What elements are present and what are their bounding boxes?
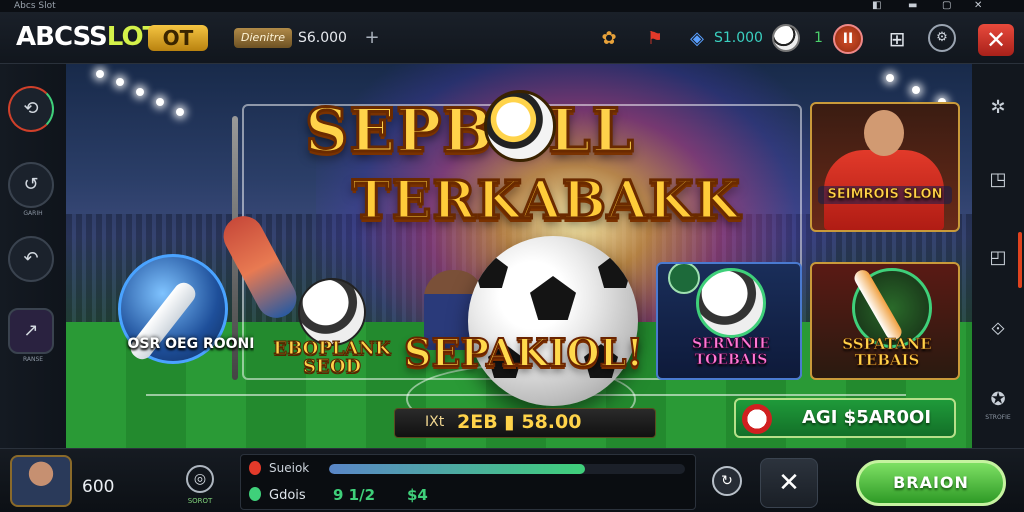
refresh-icon: ↺ <box>23 174 39 195</box>
diamond-icon[interactable]: ◈ <box>684 26 710 52</box>
balance-chip[interactable]: Dienitre <box>234 28 292 48</box>
logo-text: ABCSS <box>16 22 108 52</box>
undo-icon: ↶ <box>23 248 39 269</box>
stadium-light <box>96 70 104 78</box>
puzzle-icon[interactable]: ✲ <box>984 94 1012 122</box>
sidebar-item-label: RANSE <box>22 356 44 363</box>
grid-menu-icon[interactable]: ⊞ <box>884 26 910 52</box>
top-bar: ABCSSLOT OT Dienitre S6.000 + ✿ ⚑ ◈ S1.0… <box>0 12 1024 64</box>
trophy-icon[interactable]: ✪ <box>984 386 1012 414</box>
pause-button[interactable]: II <box>833 24 863 54</box>
logo-badge: OT <box>148 25 208 51</box>
trophy-label: STROFIE <box>985 414 1011 421</box>
stadium-light <box>176 108 184 116</box>
spin-icon: ⟲ <box>23 98 39 119</box>
sidebar-item-stats[interactable]: ↗ RANSE <box>8 308 54 363</box>
cancel-button[interactable]: ✕ <box>760 458 818 508</box>
game-card-player[interactable]: SEIMROIS SLON <box>810 102 960 232</box>
avatar[interactable] <box>10 455 72 507</box>
win-banner[interactable]: AGI $5AR0OI <box>734 398 956 438</box>
status-value-2: 9 1/2 <box>333 486 376 504</box>
player-face <box>864 110 904 156</box>
status-line2: Gdois <box>269 488 306 503</box>
status-value-3: $4 <box>407 486 428 504</box>
stadium-light <box>912 86 920 94</box>
info-button[interactable]: ↻ <box>712 466 742 496</box>
swirl-icon[interactable]: ◎ <box>186 465 214 493</box>
title-football-icon <box>484 90 556 162</box>
red-status-icon <box>249 461 261 475</box>
level-value: 1 <box>814 30 823 46</box>
right-sidebar: ✲ ◳ ◰ ⟐ ✪ STROFIE <box>972 64 1024 448</box>
progress-fill <box>329 464 586 474</box>
status-line1: Sueiok <box>269 461 310 475</box>
game-card-label: OSR OEG ROONI <box>127 336 255 352</box>
right-scrollbar[interactable] <box>1018 232 1022 288</box>
settings-icon[interactable]: ⚙ <box>928 24 956 52</box>
status-panel: Sueiok Gdois 9 1/2 $4 <box>240 454 696 510</box>
game-title-line2: TERKABAKK <box>351 169 742 233</box>
game-card-bat[interactable]: SSPATANE TEBAIS <box>810 262 960 380</box>
game-window: Abcs Slot ◧ ▬ ▢ ✕ ABCSSLOT OT Dienitre S… <box>0 0 1024 512</box>
sidebar-item-label: GARIH <box>23 210 43 217</box>
close-window-icon[interactable]: ✕ <box>974 0 982 12</box>
player-score: 600 <box>82 477 115 497</box>
maximize-icon[interactable]: ▢ <box>942 0 951 12</box>
game-card-label[interactable]: EBOPLANK SEOD <box>262 339 402 376</box>
hero-football-icon <box>468 236 638 406</box>
pin-icon[interactable]: ◧ <box>872 0 881 12</box>
collapse-icon[interactable]: ◰ <box>984 244 1012 272</box>
game-card-label: SEIMROIS SLON <box>818 186 952 204</box>
minimize-icon[interactable]: ▬ <box>908 0 917 12</box>
trophy-icon[interactable]: ✿ <box>596 26 622 52</box>
record-icon <box>742 404 772 434</box>
ball-patch <box>530 276 576 320</box>
window-title: Abcs Slot <box>14 1 56 11</box>
window-titlebar: Abcs Slot ◧ ▬ ▢ ✕ <box>0 0 1024 12</box>
game-card-label: SERMNIE TOEBAIS <box>692 336 771 369</box>
football-icon[interactable] <box>772 24 800 52</box>
play-button[interactable]: BRAION <box>856 460 1006 506</box>
game-card-left[interactable]: OSR OEG ROONI <box>114 240 254 380</box>
stadium-light <box>886 74 894 82</box>
left-sidebar: ⟲ ↺ GARIH ↶ ↗ RANSE <box>0 64 66 448</box>
football-icon <box>298 278 366 346</box>
football-icon <box>696 268 766 338</box>
sidebar-item-undo[interactable]: ↶ <box>8 236 54 282</box>
stadium-light <box>136 88 144 96</box>
game-subtitle: SEPAKIOL! <box>403 329 644 376</box>
bet-value: 2EB ▮ 58.00 <box>457 411 582 433</box>
balance-value: S6.000 <box>298 30 347 46</box>
club-badge-icon <box>668 264 700 294</box>
bet-display[interactable]: IXt 2EB ▮ 58.00 <box>394 408 656 438</box>
share-icon[interactable]: ⟐ <box>984 316 1012 344</box>
sidebar-item-spin[interactable]: ⟲ <box>8 86 54 132</box>
stadium-light <box>116 78 124 86</box>
add-funds-button[interactable]: + <box>362 26 382 50</box>
sidebar-item-refresh[interactable]: ↺ GARIH <box>8 162 54 217</box>
progress-bar <box>329 464 685 474</box>
game-card-label: SSPATANE TEBAIS <box>842 335 932 369</box>
game-title-line1: SEPBOLL <box>304 95 636 168</box>
stadium-light <box>156 98 164 106</box>
green-status-icon <box>249 487 261 501</box>
brand-logo[interactable]: ABCSSLOT <box>16 22 160 52</box>
swirl-label: SOROT <box>187 497 213 505</box>
bet-prefix: IXt <box>425 414 445 430</box>
expand-icon[interactable]: ◳ <box>984 166 1012 194</box>
coins-value: S1.000 <box>714 30 763 46</box>
win-label: AGI $5AR0OI <box>802 407 932 428</box>
chart-icon: ↗ <box>23 320 39 341</box>
game-card-ball[interactable]: SERMNIE TOEBAIS <box>656 262 802 380</box>
close-game-button[interactable]: ✕ <box>978 24 1014 56</box>
flag-icon[interactable]: ⚑ <box>642 26 668 52</box>
